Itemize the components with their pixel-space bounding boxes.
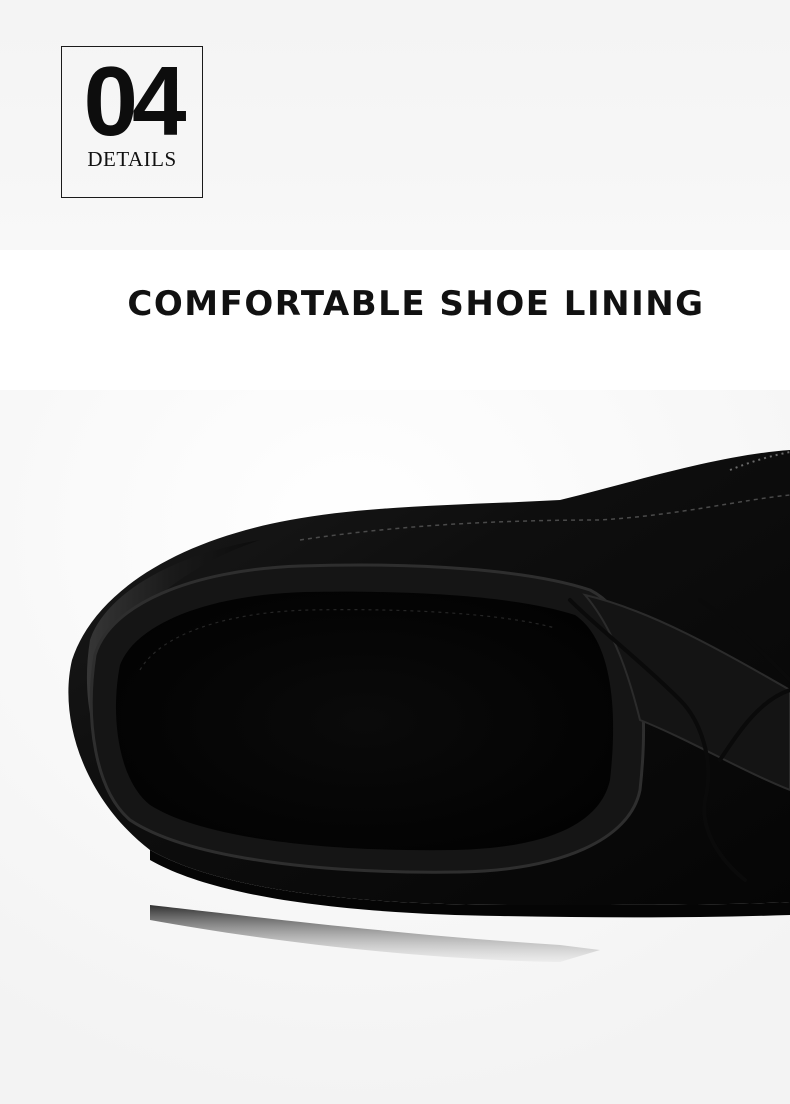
details-badge: 04 DETAILS <box>61 46 203 198</box>
shoe-photo <box>0 390 790 1104</box>
detail-label: DETAILS <box>87 147 177 171</box>
inner-lining <box>115 591 614 851</box>
page-title: COMFORTABLE SHOE LINING <box>127 284 705 324</box>
detail-number: 04 <box>83 46 186 156</box>
product-detail-page: 04 DETAILS COMFORTABLE SHOE LINING <box>0 0 790 1104</box>
